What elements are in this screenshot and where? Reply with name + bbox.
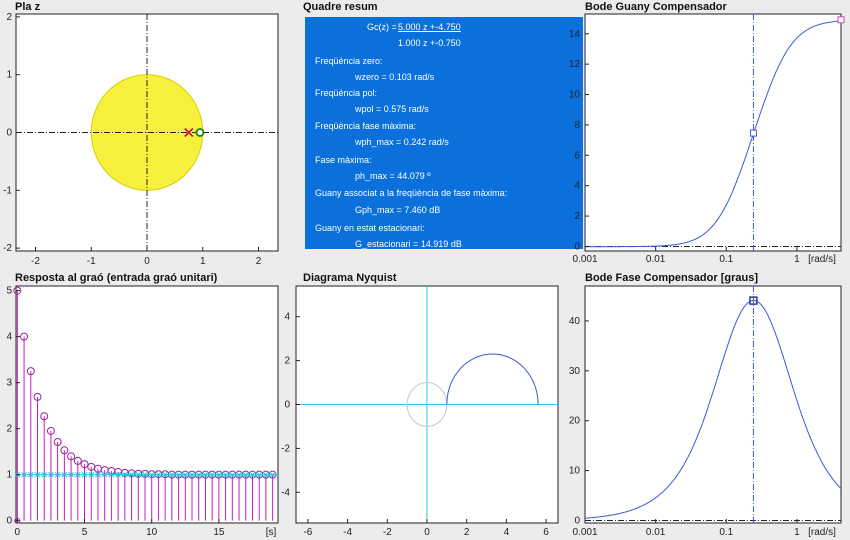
- ny-y-tick-label: 4: [284, 312, 290, 323]
- ny-x-tick-label: -6: [303, 527, 312, 538]
- bp-x-tick-label: 0.1: [719, 527, 733, 538]
- bg-y-tick-label: 0: [574, 241, 580, 252]
- ny-y-tick-label: -2: [281, 443, 290, 454]
- pz-x-tick-label: 2: [256, 256, 262, 267]
- bg-y-tick-label: 2: [574, 211, 580, 222]
- ny-y-tick-label: 0: [284, 400, 290, 411]
- bp-y-tick-label: 40: [569, 316, 581, 327]
- static-gain-marker: [837, 16, 845, 24]
- bp-x-tick-label: 1: [794, 527, 800, 538]
- pz-x-tick-label: -2: [31, 256, 40, 267]
- bg-y-tick-label: 14: [569, 29, 581, 40]
- bp-y-tick-label: 0: [574, 516, 580, 527]
- step-x-tick-label: 5: [82, 527, 88, 538]
- step-y-tick-label: 5: [6, 286, 12, 297]
- ny-x-tick-label: -4: [343, 527, 352, 538]
- step-x-tick-label: 15: [213, 527, 225, 538]
- pz-x-tick-label: 0: [144, 256, 150, 267]
- step-y-tick-label: 4: [6, 332, 12, 343]
- ny-x-tick-label: 6: [543, 527, 549, 538]
- pz-y-tick-label: -1: [3, 185, 12, 196]
- bg-y-tick-label: 6: [574, 150, 580, 161]
- bp-y-tick-label: 20: [569, 416, 581, 427]
- step-y-tick-label: 2: [6, 424, 12, 435]
- bg-x-tick-label: 0.01: [646, 254, 666, 265]
- bg-x-tick-label: 0.1: [719, 254, 733, 265]
- ny-x-tick-label: 2: [464, 527, 470, 538]
- step-y-tick-label: 0: [6, 516, 12, 527]
- gain-marker: [749, 129, 757, 137]
- ny-y-tick-label: -4: [281, 487, 290, 498]
- step-x-tick-label: 0: [15, 527, 21, 538]
- step-y-tick-label: 3: [6, 378, 12, 389]
- step-y-tick-label: 1: [6, 470, 12, 481]
- bode-phase-frame: [584, 285, 842, 524]
- pz-y-tick-label: 0: [6, 128, 12, 139]
- ny-x-tick-label: 4: [504, 527, 510, 538]
- ny-x-tick-label: -2: [383, 527, 392, 538]
- zero-marker: [195, 128, 205, 137]
- bg-x-tick-label: 0.001: [572, 254, 597, 265]
- step-time-unit-label: [s]: [266, 527, 277, 538]
- bg-y-tick-label: 4: [574, 181, 580, 192]
- bode-gain-frame: [584, 13, 842, 252]
- bg-freq-unit-label: [rad/s]: [808, 254, 836, 265]
- ny-y-tick-label: 2: [284, 356, 290, 367]
- bp-y-tick-label: 30: [569, 366, 581, 377]
- bg-x-tick-label: 1: [794, 254, 800, 265]
- pz-x-tick-label: -1: [87, 256, 96, 267]
- pz-y-tick-label: -2: [3, 243, 12, 254]
- bg-y-tick-label: 8: [574, 120, 580, 131]
- bp-x-tick-label: 0.001: [572, 527, 597, 538]
- pz-x-tick-label: 1: [200, 256, 206, 267]
- pz-y-tick-label: 2: [6, 12, 12, 23]
- step-x-tick-label: 10: [146, 527, 158, 538]
- bp-y-tick-label: 10: [569, 466, 581, 477]
- bg-y-tick-label: 10: [569, 90, 581, 101]
- pz-y-tick-label: 1: [6, 70, 12, 81]
- bp-freq-unit-label: [rad/s]: [808, 527, 836, 538]
- ny-x-tick-label: 0: [424, 527, 430, 538]
- bp-x-tick-label: 0.01: [646, 527, 666, 538]
- bg-y-tick-label: 12: [569, 59, 581, 70]
- plots-canvas: -2 -1 0 1 2210-1-20.001 0.01 0.1 1 [rad/s]141210…: [3, 12, 845, 538]
